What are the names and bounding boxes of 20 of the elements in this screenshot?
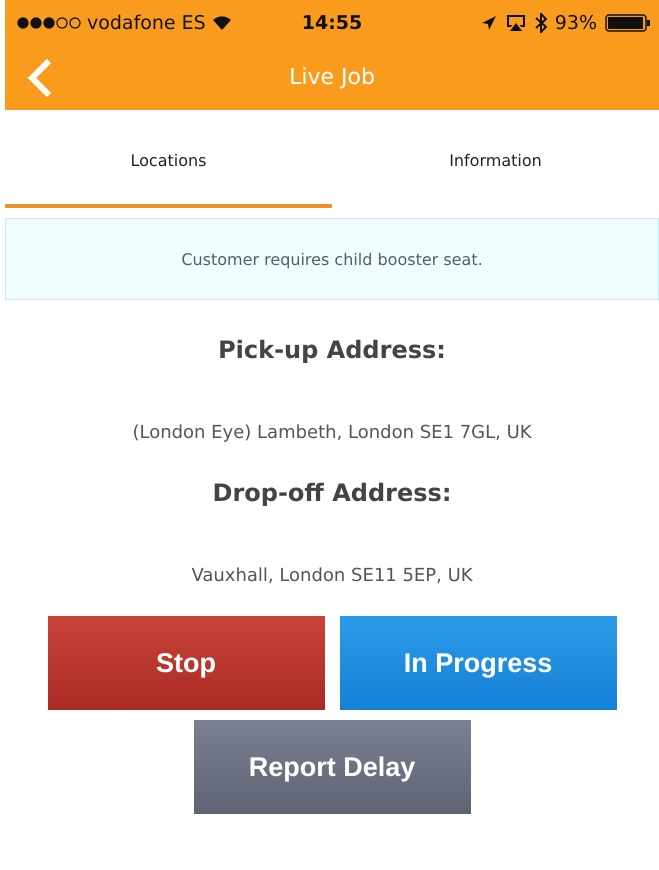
address-heading: Drop-off Address: (212, 479, 452, 507)
address-text: Vauxhall, London SE11 5EP, UK (191, 565, 473, 586)
clock-time: 14:55 (302, 12, 362, 34)
wifi-icon (212, 14, 232, 30)
screen-title: Live Job (289, 65, 375, 90)
stop-button[interactable]: Stop (48, 616, 324, 710)
signal-icon (17, 16, 81, 28)
report-delay-button[interactable]: Report Delay (194, 720, 470, 814)
address-text: (London Eye) Lambeth, London SE1 7GL, UK (132, 422, 532, 443)
back-chevron-icon (27, 58, 53, 98)
carrier-name: vodafone ES (87, 12, 206, 34)
battery-icon (605, 14, 651, 32)
back-button[interactable] (27, 58, 53, 98)
location-arrow-icon (480, 14, 497, 30)
airplay-icon (504, 14, 527, 32)
battery-percentage: 93% (554, 12, 597, 34)
notice-banner: Customer requires child booster seat. (5, 218, 659, 300)
in-progress-button[interactable]: In Progress (340, 616, 616, 710)
bluetooth-icon (534, 12, 547, 32)
address-heading: Pick-up Address: (218, 336, 446, 364)
